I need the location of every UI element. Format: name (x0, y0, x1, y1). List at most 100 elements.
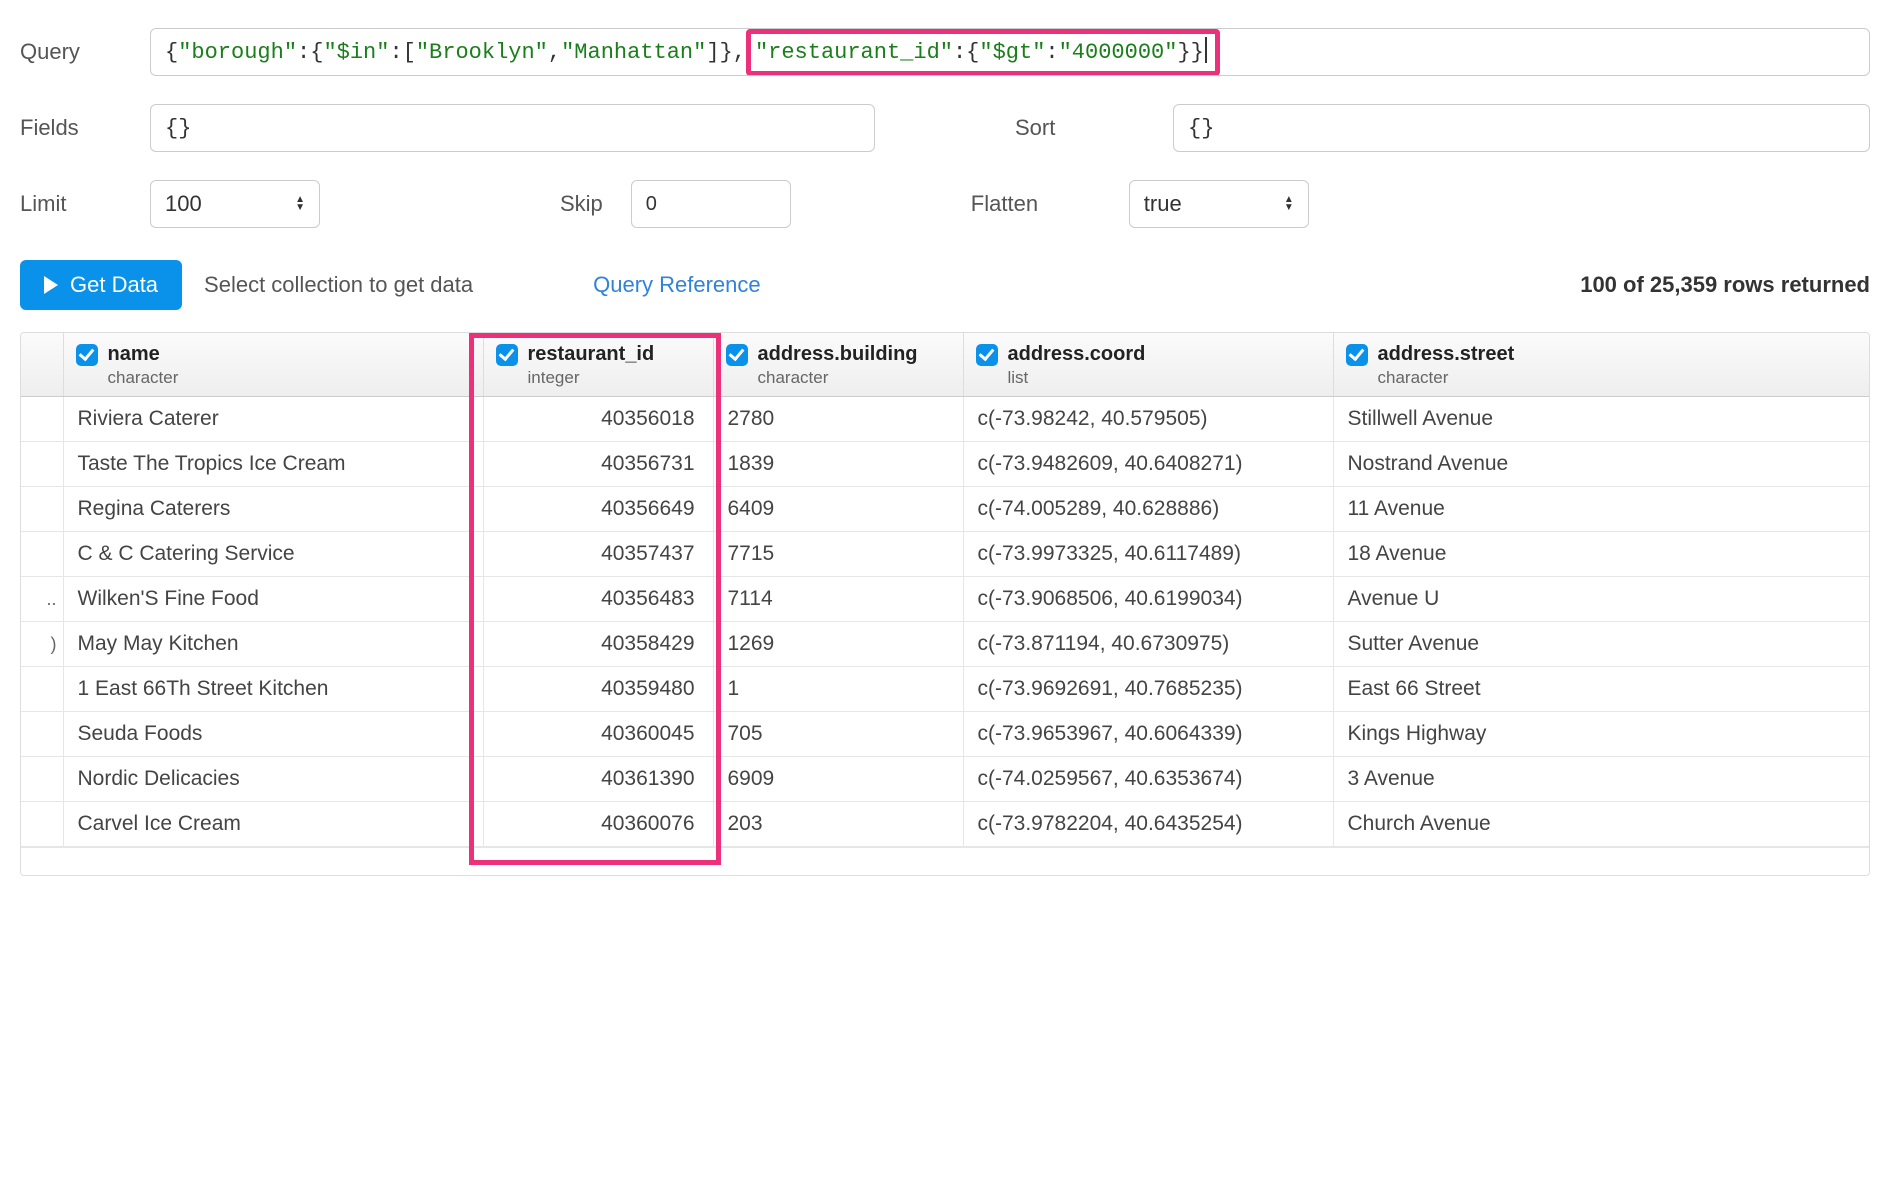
text-cursor (1205, 37, 1207, 63)
query-reference-link[interactable]: Query Reference (593, 272, 761, 298)
col-header-restaurant-id[interactable]: restaurant_id integer (483, 333, 713, 397)
cell-building: 6909 (713, 757, 963, 802)
query-highlight: "restaurant_id":{"$gt":"4000000"}} (746, 29, 1220, 76)
cell-restaurant-id: 40356483 (483, 577, 713, 622)
cell-restaurant-id: 40360076 (483, 802, 713, 847)
row-handle (21, 532, 63, 577)
checkbox-icon[interactable] (496, 344, 518, 366)
checkbox-icon[interactable] (726, 344, 748, 366)
cell-street: 18 Avenue (1333, 532, 1869, 577)
sort-label: Sort (1015, 115, 1145, 141)
flatten-select[interactable]: true ▲▼ (1129, 180, 1309, 228)
table-row[interactable]: Riviera Caterer403560182780c(-73.98242, … (21, 397, 1869, 442)
cell-name: Regina Caterers (63, 487, 483, 532)
col-header-address-building[interactable]: address.building character (713, 333, 963, 397)
cell-building: 203 (713, 802, 963, 847)
cell-coord: c(-73.9782204, 40.6435254) (963, 802, 1333, 847)
row-handle (21, 487, 63, 532)
select-arrows-icon: ▲▼ (295, 196, 305, 212)
cell-building: 6409 (713, 487, 963, 532)
cell-name: Carvel Ice Cream (63, 802, 483, 847)
cell-name: C & C Catering Service (63, 532, 483, 577)
query-text-lead: {"borough":{"$in":["Brooklyn","Manhattan… (165, 40, 746, 65)
cell-street: East 66 Street (1333, 667, 1869, 712)
cell-street: Sutter Avenue (1333, 622, 1869, 667)
table-row[interactable]: Regina Caterers403566496409c(-74.005289,… (21, 487, 1869, 532)
status-suffix: rows returned (1717, 272, 1870, 297)
table-header-row: name character restaurant_id integer add… (21, 333, 1869, 397)
cell-coord: c(-74.0259567, 40.6353674) (963, 757, 1333, 802)
row-handle (21, 442, 63, 487)
query-input[interactable]: {"borough":{"$in":["Brooklyn","Manhattan… (150, 28, 1870, 76)
cell-coord: c(-73.98242, 40.579505) (963, 397, 1333, 442)
action-row: Get Data Select collection to get data Q… (20, 260, 1870, 310)
cell-street: Stillwell Avenue (1333, 397, 1869, 442)
get-data-button[interactable]: Get Data (20, 260, 182, 310)
table-row[interactable]: )May May Kitchen403584291269c(-73.871194… (21, 622, 1869, 667)
cell-restaurant-id: 40356649 (483, 487, 713, 532)
fields-sort-row: Fields {} Sort {} (20, 104, 1870, 152)
checkbox-icon[interactable] (76, 344, 98, 366)
table-row[interactable]: C & C Catering Service403574377715c(-73.… (21, 532, 1869, 577)
cell-name: 1 East 66Th Street Kitchen (63, 667, 483, 712)
status-text: 100 of 25,359 rows returned (1580, 272, 1870, 298)
cell-name: Seuda Foods (63, 712, 483, 757)
row-handle (21, 757, 63, 802)
flatten-value: true (1144, 191, 1182, 217)
cell-coord: c(-73.9482609, 40.6408271) (963, 442, 1333, 487)
cell-restaurant-id: 40357437 (483, 532, 713, 577)
cell-restaurant-id: 40359480 (483, 667, 713, 712)
row-handle: .. (21, 577, 63, 622)
cell-name: Riviera Caterer (63, 397, 483, 442)
cell-name: Wilken'S Fine Food (63, 577, 483, 622)
cell-coord: c(-74.005289, 40.628886) (963, 487, 1333, 532)
cell-street: Nostrand Avenue (1333, 442, 1869, 487)
cell-building: 2780 (713, 397, 963, 442)
checkbox-icon[interactable] (1346, 344, 1368, 366)
checkbox-icon[interactable] (976, 344, 998, 366)
table-row[interactable]: Taste The Tropics Ice Cream403567311839c… (21, 442, 1869, 487)
limit-row: Limit 100 ▲▼ Skip 0 Flatten true ▲▼ (20, 180, 1870, 228)
sort-input[interactable]: {} (1173, 104, 1870, 152)
row-handle (21, 802, 63, 847)
table-row[interactable]: ..Wilken'S Fine Food403564837114c(-73.90… (21, 577, 1869, 622)
cell-street: 3 Avenue (1333, 757, 1869, 802)
table-row[interactable]: Carvel Ice Cream40360076203c(-73.9782204… (21, 802, 1869, 847)
cell-coord: c(-73.9653967, 40.6064339) (963, 712, 1333, 757)
cell-restaurant-id: 40361390 (483, 757, 713, 802)
cell-building: 1269 (713, 622, 963, 667)
cell-building: 705 (713, 712, 963, 757)
cell-street: Avenue U (1333, 577, 1869, 622)
col-header-address-street[interactable]: address.street character (1333, 333, 1869, 397)
table-footer-spacer (21, 847, 1869, 875)
status-count: 100 of 25,359 (1580, 272, 1717, 297)
limit-select[interactable]: 100 ▲▼ (150, 180, 320, 228)
fields-input[interactable]: {} (150, 104, 875, 152)
col-header-name[interactable]: name character (63, 333, 483, 397)
cell-building: 1 (713, 667, 963, 712)
query-label: Query (20, 39, 150, 65)
cell-name: Nordic Delicacies (63, 757, 483, 802)
get-data-label: Get Data (70, 272, 158, 298)
cell-name: May May Kitchen (63, 622, 483, 667)
row-handle (21, 712, 63, 757)
table-row[interactable]: Nordic Delicacies403613906909c(-74.02595… (21, 757, 1869, 802)
flatten-label: Flatten (971, 191, 1101, 217)
cell-street: 11 Avenue (1333, 487, 1869, 532)
cell-building: 7715 (713, 532, 963, 577)
skip-input[interactable]: 0 (631, 180, 791, 228)
table-row[interactable]: Seuda Foods40360045705c(-73.9653967, 40.… (21, 712, 1869, 757)
col-header-address-coord[interactable]: address.coord list (963, 333, 1333, 397)
cell-building: 1839 (713, 442, 963, 487)
select-arrows-icon: ▲▼ (1284, 196, 1294, 212)
limit-label: Limit (20, 191, 150, 217)
table-body: Riviera Caterer403560182780c(-73.98242, … (21, 397, 1869, 847)
cell-street: Church Avenue (1333, 802, 1869, 847)
table-row[interactable]: 1 East 66Th Street Kitchen403594801c(-73… (21, 667, 1869, 712)
results-table-wrap: name character restaurant_id integer add… (20, 332, 1870, 876)
hint-text: Select collection to get data (204, 272, 473, 298)
row-handle (21, 667, 63, 712)
row-handle-header (21, 333, 63, 397)
cell-restaurant-id: 40358429 (483, 622, 713, 667)
cell-restaurant-id: 40356731 (483, 442, 713, 487)
